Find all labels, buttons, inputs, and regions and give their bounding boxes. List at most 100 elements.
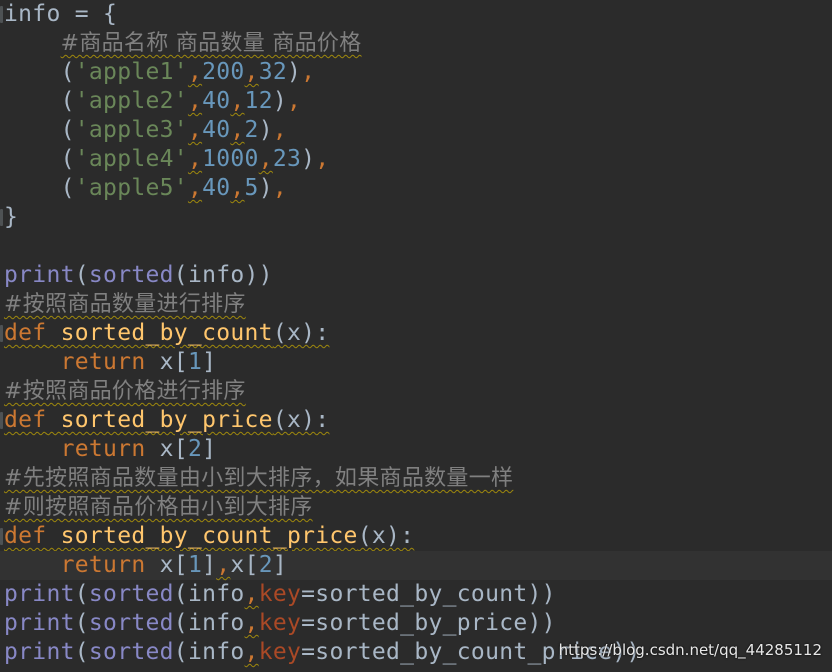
code-line-11[interactable]: #按照商品数量进行排序	[0, 290, 832, 319]
paren: )	[258, 117, 273, 143]
code-text: (info	[173, 610, 245, 636]
code-line-13[interactable]: return x[1]	[0, 348, 832, 377]
code-text: ]	[202, 349, 217, 375]
string-literal: 'apple5'	[74, 175, 188, 201]
comma: ,	[230, 117, 245, 143]
watermark-text: https://blog.csdn.net/qq_44285112	[558, 641, 822, 659]
builtin-name: sorted	[88, 610, 174, 636]
keyword: def	[4, 523, 47, 549]
code-line-19[interactable]: def sorted_by_count_price(x):	[0, 522, 832, 551]
comma: ,	[230, 175, 245, 201]
number-literal: 2	[187, 436, 203, 462]
number-literal: 40	[202, 175, 231, 201]
number-literal: 5	[244, 175, 259, 201]
string-literal: 'apple3'	[74, 117, 188, 143]
builtin-name: print	[4, 262, 75, 288]
code-text: =sorted_by_count))	[301, 581, 556, 607]
string-literal: 'apple2'	[74, 88, 188, 114]
code-line-7[interactable]: ('apple5',40,5),	[0, 174, 832, 203]
number-literal: 1000	[202, 146, 259, 172]
comment: #按照商品数量进行排序	[4, 292, 246, 317]
code-line-8[interactable]: }	[0, 203, 832, 232]
string-literal: 'apple1'	[74, 59, 188, 85]
builtin-name: print	[4, 610, 75, 636]
function-name: sorted_by_count_price	[60, 523, 358, 549]
code-line-12[interactable]: def sorted_by_count(x):	[0, 319, 832, 348]
code-line-10[interactable]: print(sorted(info))	[0, 261, 832, 290]
paren: (	[74, 610, 89, 636]
number-literal: 12	[244, 88, 273, 114]
paren: )	[301, 146, 316, 172]
code-line-20-current[interactable]: return x[1],x[2]	[0, 551, 832, 580]
number-literal: 40	[202, 88, 231, 114]
code-text: }	[4, 204, 19, 230]
keyword: def	[4, 407, 47, 433]
fold-marker-icon[interactable]	[0, 325, 3, 342]
paren: )	[258, 175, 273, 201]
comma: ,	[187, 146, 203, 172]
comma: ,	[315, 146, 330, 172]
fold-marker-icon[interactable]	[0, 528, 3, 545]
code-text: ]	[272, 552, 288, 578]
code-text: (x):	[357, 523, 415, 549]
number-literal: 32	[258, 59, 287, 85]
code-line-9[interactable]	[0, 232, 832, 261]
comma: ,	[244, 610, 259, 636]
comma: ,	[258, 146, 273, 172]
builtin-name: print	[4, 581, 75, 607]
code-line-15[interactable]: def sorted_by_price(x):	[0, 406, 832, 435]
paren: (	[74, 581, 89, 607]
comment: #商品名称 商品数量 商品价格	[60, 31, 362, 56]
comma: ,	[272, 175, 288, 201]
builtin-name: sorted	[88, 262, 174, 288]
code-text: ]	[202, 436, 217, 462]
comma: ,	[244, 581, 259, 607]
keyword: def	[4, 320, 47, 346]
builtin-name: sorted	[88, 581, 174, 607]
code-editor[interactable]: info = { #商品名称 商品数量 商品价格 ('apple1',200,3…	[0, 0, 832, 672]
paren: )	[272, 88, 287, 114]
fold-marker-icon[interactable]	[0, 209, 3, 226]
comma: ,	[216, 552, 231, 578]
code-line-2[interactable]: #商品名称 商品数量 商品价格	[0, 29, 832, 58]
code-line-17[interactable]: #先按照商品数量由小到大排序，如果商品数量一样	[0, 464, 832, 493]
paren: (	[74, 639, 89, 665]
number-literal: 1	[187, 349, 203, 375]
fold-marker-icon[interactable]	[0, 6, 3, 23]
comment: #按照商品价格进行排序	[4, 379, 246, 404]
code-line-22[interactable]: print(sorted(info,key=sorted_by_price))	[0, 609, 832, 638]
comma: ,	[187, 88, 203, 114]
comma: ,	[301, 59, 316, 85]
number-literal: 2	[258, 552, 273, 578]
code-text: x[	[145, 552, 188, 578]
code-line-3[interactable]: ('apple1',200,32),	[0, 58, 832, 87]
comma: ,	[272, 117, 288, 143]
code-text: info = {	[4, 1, 118, 27]
code-line-18[interactable]: #则按照商品价格由小到大排序	[0, 493, 832, 522]
code-text: x[	[145, 436, 188, 462]
comma: ,	[244, 59, 259, 85]
code-text: =sorted_by_price))	[301, 610, 556, 636]
code-line-21[interactable]: print(sorted(info,key=sorted_by_count))	[0, 580, 832, 609]
keyword: return	[60, 349, 146, 375]
paren: )	[287, 59, 302, 85]
paren: (	[60, 117, 75, 143]
paren: (	[60, 88, 75, 114]
number-literal: 23	[272, 146, 302, 172]
code-text: (x):	[272, 407, 330, 433]
code-text: (info))	[173, 262, 273, 288]
paren: (	[60, 175, 75, 201]
builtin-name: print	[4, 639, 75, 665]
code-line-4[interactable]: ('apple2',40,12),	[0, 87, 832, 116]
number-literal: 40	[202, 117, 231, 143]
code-line-6[interactable]: ('apple4',1000,23),	[0, 145, 832, 174]
fold-marker-icon[interactable]	[0, 412, 3, 429]
code-line-14[interactable]: #按照商品价格进行排序	[0, 377, 832, 406]
code-line-16[interactable]: return x[2]	[0, 435, 832, 464]
number-literal: 2	[244, 117, 259, 143]
number-literal: 200	[202, 59, 245, 85]
code-line-5[interactable]: ('apple3',40,2),	[0, 116, 832, 145]
code-line-1[interactable]: info = {	[0, 0, 832, 29]
